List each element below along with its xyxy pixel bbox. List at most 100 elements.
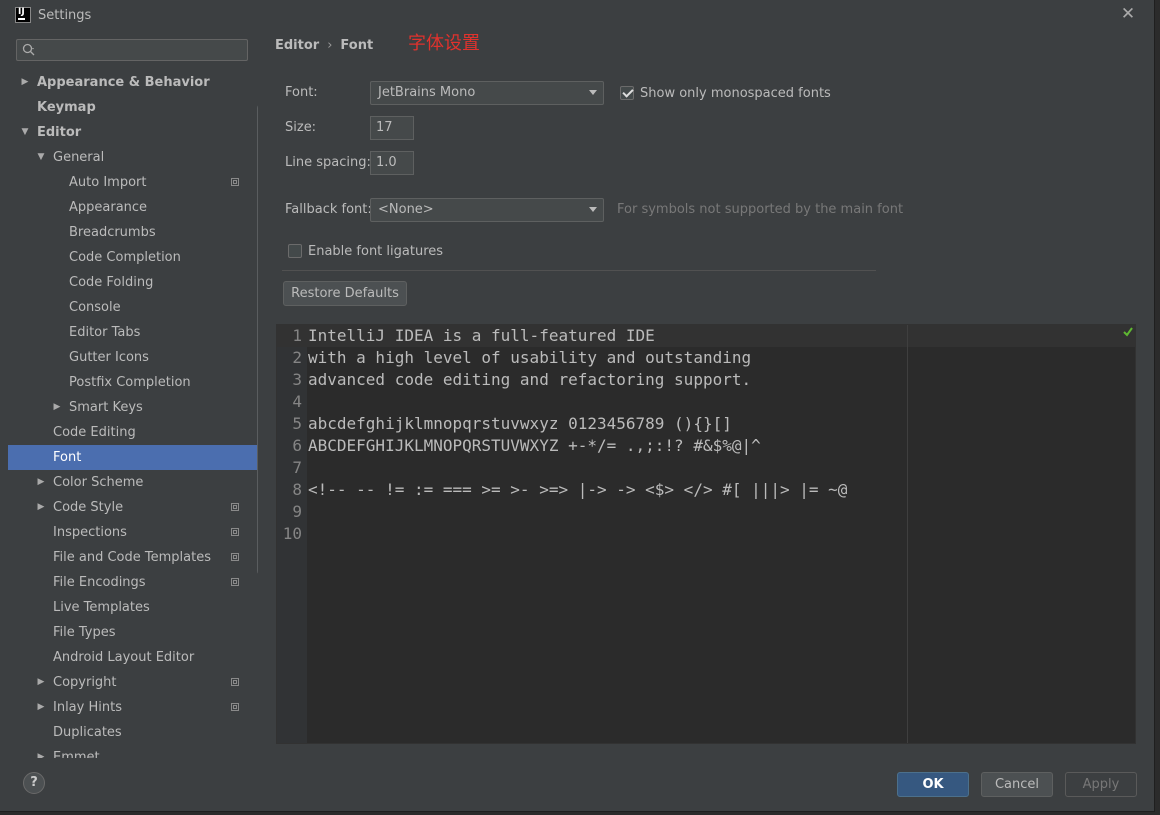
sidebar-item-copyright[interactable]: ▶ Copyright — [8, 670, 258, 695]
preview-code-line: ABCDEFGHIJKLMNOPQRSTUVWXYZ +-*/= .,;:!? … — [308, 436, 761, 455]
sidebar-item-file-and-code-templates[interactable]: File and Code Templates — [8, 545, 258, 570]
sidebar-item-label: Code Style — [53, 500, 124, 515]
sidebar-item-android-layout-editor[interactable]: Android Layout Editor — [8, 645, 258, 670]
sidebar-item-label: Font — [53, 450, 82, 465]
line-spacing-field[interactable]: 1.0 — [370, 151, 414, 175]
window-title: Settings — [38, 8, 92, 23]
sidebar-item-label: General — [53, 150, 105, 165]
sidebar-item-gutter-icons[interactable]: Gutter Icons — [8, 345, 258, 370]
sidebar-item-label: Keymap — [37, 100, 96, 115]
sidebar-item-label: Appearance & Behavior — [37, 75, 210, 90]
font-select[interactable]: JetBrains Mono — [370, 81, 604, 105]
sidebar-item-auto-import[interactable]: Auto Import — [8, 170, 258, 195]
sidebar-item-label: Code Completion — [69, 250, 181, 265]
settings-sidebar: ▶ Appearance & Behavior Keymap ▼ Editor ▼ Gene… — [8, 31, 258, 758]
sidebar-item-label: File Encodings — [53, 575, 146, 590]
font-preview-editor[interactable]: 1 IntelliJ IDEA is a full-featured IDE 2 wi… — [276, 324, 1136, 744]
project-scope-icon — [231, 503, 239, 511]
help-button[interactable]: ? — [23, 772, 45, 794]
line-number: 10 — [282, 524, 302, 543]
line-number: 1 — [292, 326, 302, 345]
fallback-font-select[interactable]: <None> — [370, 198, 604, 222]
title-bar: Settings ✕ — [0, 0, 1154, 31]
sidebar-item-code-completion[interactable]: Code Completion — [8, 245, 258, 270]
expanded-arrow-icon[interactable]: ▼ — [36, 145, 46, 170]
breadcrumb: Editor › Font — [275, 38, 373, 53]
sidebar-item-smart-keys[interactable]: ▶ Smart Keys — [8, 395, 258, 420]
sidebar-item-label: File and Code Templates — [53, 550, 211, 565]
sidebar-item-appearance-behavior[interactable]: ▶ Appearance & Behavior — [8, 70, 258, 95]
project-scope-icon — [231, 553, 239, 561]
size-field[interactable]: 17 — [370, 116, 414, 140]
breadcrumb-font: Font — [340, 38, 374, 53]
collapsed-arrow-icon[interactable]: ▶ — [36, 470, 46, 495]
settings-dialog: Settings ✕ ▶ Appearance & Behavior Keymap ▼… — [0, 0, 1155, 812]
preview-code-line: with a high level of usability and outst… — [308, 348, 752, 367]
ligatures-checkbox[interactable] — [288, 244, 302, 258]
check-icon — [1123, 327, 1133, 337]
preview-code-line: advanced code editing and refactoring su… — [308, 370, 752, 389]
sidebar-item-label: Auto Import — [69, 175, 147, 190]
search-input[interactable] — [16, 39, 248, 61]
sidebar-item-emmet[interactable]: ▶ Emmet — [8, 745, 258, 758]
sidebar-item-color-scheme[interactable]: ▶ Color Scheme — [8, 470, 258, 495]
preview-code-line: abcdefghijklmnopqrstuvwxyz 0123456789 ()… — [308, 414, 732, 433]
right-margin-guide — [907, 325, 908, 743]
sidebar-item-label: Editor Tabs — [69, 325, 141, 340]
sidebar-item-label: Color Scheme — [53, 475, 144, 490]
sidebar-scrollbar[interactable] — [257, 104, 258, 575]
sidebar-item-console[interactable]: Console — [8, 295, 258, 320]
sidebar-item-general[interactable]: ▼ General — [8, 145, 258, 170]
expanded-arrow-icon[interactable]: ▼ — [20, 120, 30, 145]
apply-button[interactable]: Apply — [1065, 772, 1137, 797]
sidebar-item-label: Copyright — [53, 675, 117, 690]
restore-defaults-button[interactable]: Restore Defaults — [283, 281, 407, 306]
line-number: 2 — [292, 348, 302, 367]
collapsed-arrow-icon[interactable]: ▶ — [36, 495, 46, 520]
sidebar-item-live-templates[interactable]: Live Templates — [8, 595, 258, 620]
sidebar-item-appearance[interactable]: Appearance — [8, 195, 258, 220]
sidebar-item-inspections[interactable]: Inspections — [8, 520, 258, 545]
sidebar-item-label: Android Layout Editor — [53, 650, 195, 665]
collapsed-arrow-icon[interactable]: ▶ — [36, 670, 46, 695]
sidebar-item-label: Smart Keys — [69, 400, 143, 415]
collapsed-arrow-icon[interactable]: ▶ — [52, 395, 62, 420]
sidebar-item-keymap[interactable]: Keymap — [8, 95, 258, 120]
sidebar-item-postfix-completion[interactable]: Postfix Completion — [8, 370, 258, 395]
divider — [282, 270, 876, 271]
close-icon[interactable]: ✕ — [1118, 3, 1138, 25]
sidebar-item-code-editing[interactable]: Code Editing — [8, 420, 258, 445]
ok-button[interactable]: OK — [897, 772, 969, 797]
mono-only-label[interactable]: Show only monospaced fonts — [640, 86, 831, 101]
sidebar-item-file-types[interactable]: File Types — [8, 620, 258, 645]
annotation-text: 字体设置 — [408, 33, 480, 54]
chevron-down-icon — [589, 90, 597, 95]
sidebar-item-breadcrumbs[interactable]: Breadcrumbs — [8, 220, 258, 245]
sidebar-item-inlay-hints[interactable]: ▶ Inlay Hints — [8, 695, 258, 720]
sidebar-item-label: Code Folding — [69, 275, 154, 290]
sidebar-item-label: File Types — [53, 625, 116, 640]
line-number: 4 — [292, 392, 302, 411]
sidebar-item-font[interactable]: Font — [8, 445, 258, 470]
sidebar-item-code-style[interactable]: ▶ Code Style — [8, 495, 258, 520]
sidebar-item-code-folding[interactable]: Code Folding — [8, 270, 258, 295]
sidebar-item-label: Editor — [37, 125, 82, 140]
sidebar-item-editor[interactable]: ▼ Editor — [8, 120, 258, 145]
ligatures-label[interactable]: Enable font ligatures — [308, 244, 443, 259]
sidebar-item-editor-tabs[interactable]: Editor Tabs — [8, 320, 258, 345]
line-number: 5 — [292, 414, 302, 433]
breadcrumb-editor[interactable]: Editor — [275, 38, 319, 53]
line-number: 3 — [292, 370, 302, 389]
sidebar-item-label: Inspections — [53, 525, 127, 540]
sidebar-item-file-encodings[interactable]: File Encodings — [8, 570, 258, 595]
mono-only-checkbox[interactable] — [620, 86, 634, 100]
breadcrumb-separator: › — [327, 38, 333, 53]
cancel-button[interactable]: Cancel — [981, 772, 1053, 797]
sidebar-item-label: Postfix Completion — [69, 375, 191, 390]
sidebar-item-duplicates[interactable]: Duplicates — [8, 720, 258, 745]
sidebar-item-label: Emmet — [53, 750, 100, 758]
fallback-font-label: Fallback font: — [285, 202, 372, 217]
collapsed-arrow-icon[interactable]: ▶ — [36, 695, 46, 720]
collapsed-arrow-icon[interactable]: ▶ — [36, 745, 46, 758]
collapsed-arrow-icon[interactable]: ▶ — [20, 70, 30, 95]
